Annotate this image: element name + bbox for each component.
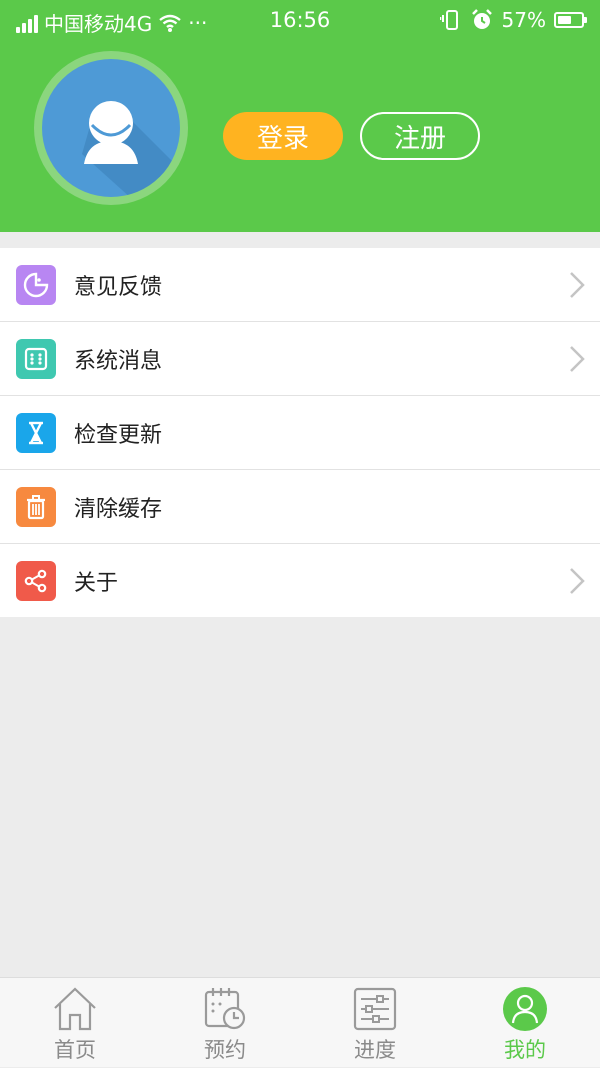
bottom-tab-bar: 首页 预约 进度 我的	[0, 977, 600, 1067]
pacman-feedback-icon	[16, 264, 56, 305]
battery-percent: 57%	[501, 8, 546, 32]
progress-sliders-icon	[353, 987, 397, 1031]
register-button[interactable]: 注册	[360, 112, 480, 160]
vibrate-icon	[439, 10, 458, 30]
battery-icon	[554, 12, 587, 28]
tab-label: 我的	[504, 1038, 546, 1062]
menu-item-system-messages[interactable]: 系统消息	[0, 322, 600, 396]
settings-menu: 意见反馈 系统消息 检查更新 清除缓存 关于	[0, 248, 600, 617]
tab-label: 进度	[354, 1038, 396, 1062]
tab-mine[interactable]: 我的	[450, 978, 600, 1068]
menu-item-label: 清除缓存	[74, 496, 163, 522]
status-bar: 中国移动4G ··· 16:56 57%	[0, 0, 600, 42]
house-icon	[54, 987, 96, 1031]
person-icon	[503, 987, 547, 1031]
alarm-icon	[471, 9, 492, 29]
profile-header: 中国移动4G ··· 16:56 57% 登录 注册	[0, 0, 600, 232]
trash-icon	[16, 486, 56, 527]
menu-item-check-update[interactable]: 检查更新	[0, 396, 600, 470]
tab-home[interactable]: 首页	[0, 978, 150, 1068]
dice-message-icon	[16, 338, 56, 379]
calendar-clock-icon	[204, 988, 246, 1030]
chevron-right-icon	[570, 272, 585, 298]
menu-item-label: 系统消息	[74, 348, 163, 374]
tab-label: 预约	[204, 1038, 246, 1062]
tab-progress[interactable]: 进度	[300, 978, 450, 1068]
hourglass-icon	[16, 412, 56, 453]
chevron-right-icon	[570, 346, 585, 372]
tab-label: 首页	[54, 1038, 96, 1062]
chevron-right-icon	[570, 568, 585, 594]
default-user-icon	[82, 101, 180, 197]
tab-appointment[interactable]: 预约	[150, 978, 300, 1068]
menu-item-label: 关于	[74, 570, 119, 596]
menu-item-label: 检查更新	[74, 422, 163, 448]
menu-item-about[interactable]: 关于	[0, 544, 600, 617]
menu-item-label: 意见反馈	[74, 274, 163, 300]
menu-item-feedback[interactable]: 意见反馈	[0, 248, 600, 322]
avatar-ring[interactable]	[34, 51, 188, 205]
share-icon	[16, 560, 56, 601]
login-button[interactable]: 登录	[223, 112, 343, 160]
avatar[interactable]	[42, 59, 180, 197]
menu-item-clear-cache[interactable]: 清除缓存	[0, 470, 600, 544]
